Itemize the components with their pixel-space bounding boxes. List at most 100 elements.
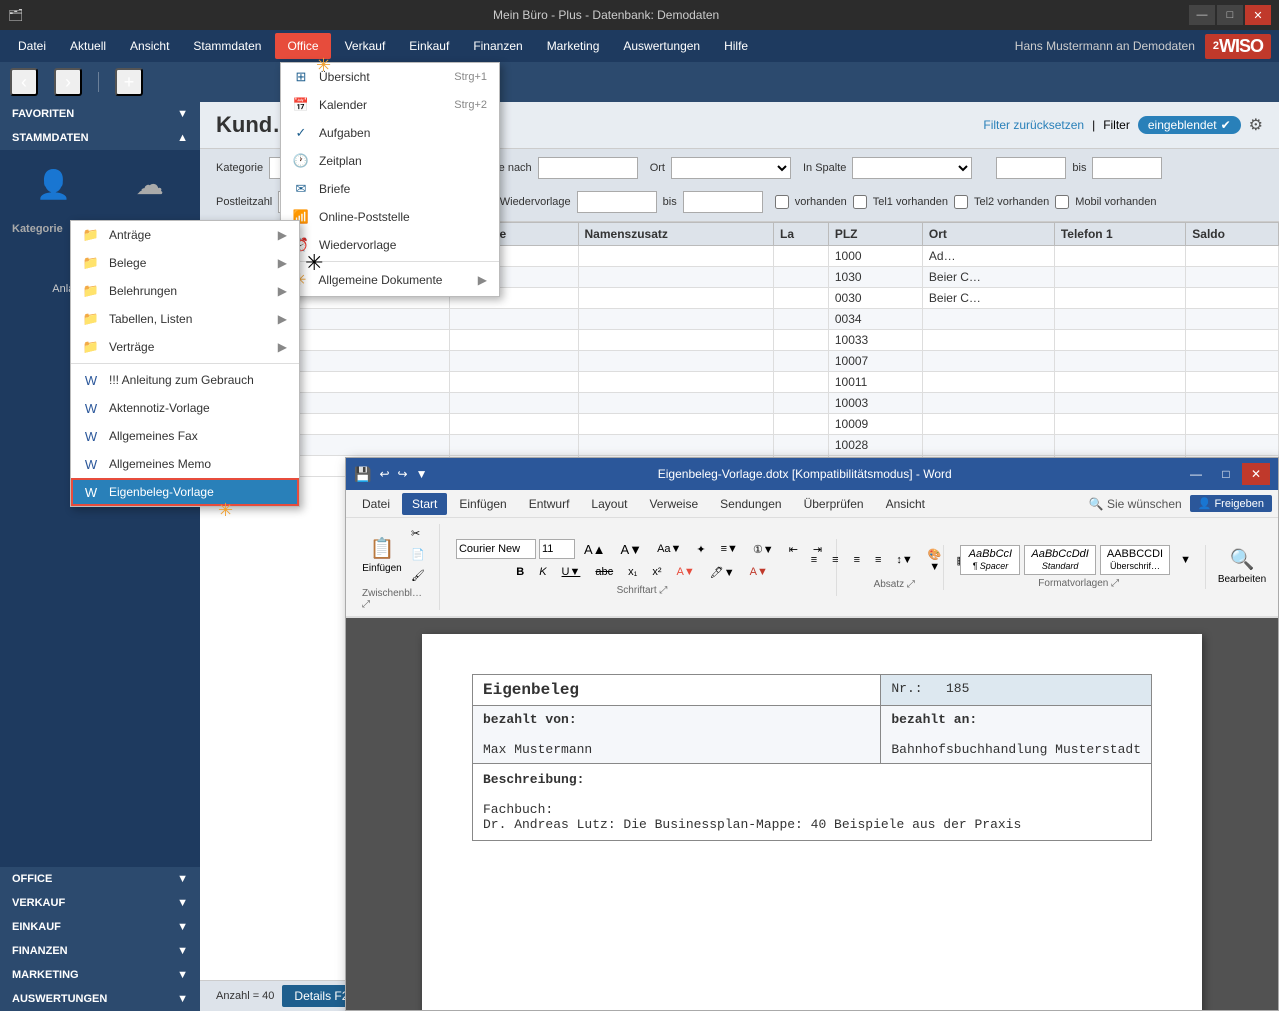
close-button[interactable]: ✕ bbox=[1245, 5, 1271, 25]
tel2-checkbox[interactable] bbox=[954, 195, 968, 209]
maximize-button[interactable]: □ bbox=[1217, 5, 1243, 25]
menu-ansicht[interactable]: Ansicht bbox=[120, 35, 179, 57]
line-spacing-btn[interactable]: ↕▼ bbox=[890, 551, 918, 569]
col-header-plz[interactable]: PLZ bbox=[828, 223, 922, 246]
font-case-btn[interactable]: Aa▼ bbox=[651, 540, 687, 558]
copy-button[interactable]: 📄 bbox=[405, 545, 431, 564]
dropdown-kalender[interactable]: 📅 Kalender Strg+2 bbox=[281, 91, 499, 119]
align-right-btn[interactable]: ≡ bbox=[848, 551, 866, 569]
submenu-tabellen[interactable]: 📁 Tabellen, Listen ▶ bbox=[71, 305, 299, 333]
submenu-eigenbeleg[interactable]: W Eigenbeleg-Vorlage bbox=[71, 478, 299, 506]
dropdown-briefe[interactable]: ✉ Briefe bbox=[281, 175, 499, 203]
menu-datei[interactable]: Datei bbox=[8, 35, 56, 57]
submenu-vertrage[interactable]: 📁 Verträge ▶ bbox=[71, 333, 299, 361]
paste-button[interactable]: 📋 Einfügen bbox=[362, 534, 402, 576]
col-header-telefon[interactable]: Telefon 1 bbox=[1054, 223, 1185, 246]
italic-button[interactable]: K bbox=[533, 563, 552, 581]
superscript-button[interactable]: x² bbox=[646, 563, 667, 581]
style-standard[interactable]: AaBbCcDdIStandard bbox=[1024, 545, 1095, 575]
dropdown-wiedervorlage[interactable]: ⏰ Wiedervorlage bbox=[281, 231, 499, 259]
suche-nach-input[interactable] bbox=[538, 157, 638, 179]
table-row[interactable]: Bruckn…0034 bbox=[201, 309, 1279, 330]
word-menu-datei[interactable]: Datei bbox=[352, 493, 400, 515]
sidebar-marketing-header[interactable]: MARKETING ▼ bbox=[0, 963, 200, 987]
shading-btn[interactable]: 🎨▼ bbox=[922, 545, 948, 576]
cut-button[interactable]: ✂ bbox=[405, 524, 431, 543]
filter-badge[interactable]: eingeblendet ✔ bbox=[1138, 116, 1241, 134]
dropdown-ubersicht[interactable]: ⊞ Übersicht Strg+1 bbox=[281, 63, 499, 91]
align-center-btn[interactable]: ≡ bbox=[826, 551, 844, 569]
sidebar-cloud-icon-area[interactable]: ☁ bbox=[126, 158, 174, 211]
format-copy-button[interactable]: 🖌 bbox=[405, 566, 431, 585]
list-numbers-btn[interactable]: ①▼ bbox=[747, 540, 780, 559]
sidebar-einkauf-header[interactable]: EINKAUF ▼ bbox=[0, 915, 200, 939]
word-redo-icon[interactable]: ↪ bbox=[398, 467, 408, 481]
word-undo-icon[interactable]: ↩ bbox=[379, 467, 389, 481]
sidebar-office-header[interactable]: OFFICE ▼ bbox=[0, 867, 200, 891]
menu-verkauf[interactable]: Verkauf bbox=[335, 35, 396, 57]
submenu-antrage[interactable]: 📁 Anträge ▶ bbox=[71, 221, 299, 249]
bearbeiten-search-btn[interactable]: 🔍 Bearbeiten bbox=[1222, 545, 1262, 587]
word-menu-start[interactable]: Start bbox=[402, 493, 447, 515]
menu-hilfe[interactable]: Hilfe bbox=[714, 35, 758, 57]
word-menu-ansicht[interactable]: Ansicht bbox=[876, 493, 935, 515]
word-quick-access[interactable]: ▼ bbox=[416, 467, 428, 481]
sidebar-person-icon-area[interactable]: 👤 bbox=[26, 158, 81, 211]
list-bullets-btn[interactable]: ≡▼ bbox=[715, 540, 744, 558]
word-share-btn[interactable]: 👤 Freigeben bbox=[1190, 495, 1272, 512]
word-maximize-btn[interactable]: □ bbox=[1212, 463, 1240, 485]
align-left-btn[interactable]: ≡ bbox=[805, 551, 823, 569]
table-row[interactable]: Friedri…10003 bbox=[201, 393, 1279, 414]
tel1-checkbox[interactable] bbox=[853, 195, 867, 209]
menu-stammdaten[interactable]: Stammdaten bbox=[183, 35, 271, 57]
font-size-input[interactable] bbox=[539, 539, 575, 559]
col-header-saldo[interactable]: Saldo bbox=[1186, 223, 1279, 246]
col-header-la[interactable]: La bbox=[774, 223, 829, 246]
word-menu-entwurf[interactable]: Entwurf bbox=[519, 493, 580, 515]
dropdown-zeitplan[interactable]: 🕐 Zeitplan bbox=[281, 147, 499, 175]
menu-marketing[interactable]: Marketing bbox=[537, 35, 610, 57]
font-name-input[interactable] bbox=[456, 539, 536, 559]
submenu-allgemeines-memo[interactable]: W Allgemeines Memo bbox=[71, 450, 299, 478]
back-button[interactable]: ‹ bbox=[10, 68, 38, 96]
plz-to-input[interactable] bbox=[1092, 157, 1162, 179]
sidebar-verkauf-header[interactable]: VERKAUF ▼ bbox=[0, 891, 200, 915]
dropdown-allgemeine-dokumente[interactable]: ✳ Allgemeine Dokumente ▶ bbox=[281, 264, 499, 296]
font-clear-btn[interactable]: ✦ bbox=[690, 540, 711, 559]
dropdown-aufgaben[interactable]: ✓ Aufgaben bbox=[281, 119, 499, 147]
subscript-button[interactable]: x₁ bbox=[622, 563, 643, 581]
word-menu-verweise[interactable]: Verweise bbox=[639, 493, 708, 515]
mobil-checkbox[interactable] bbox=[1055, 195, 1069, 209]
dropdown-online-poststelle[interactable]: 📶 Online-Poststelle bbox=[281, 203, 499, 231]
strikethrough-button[interactable]: abc bbox=[589, 563, 619, 581]
submenu-aktennotiz[interactable]: W Aktennotiz-Vorlage bbox=[71, 394, 299, 422]
word-menu-layout[interactable]: Layout bbox=[581, 493, 637, 515]
word-search-icon[interactable]: 🔍 Sie wünschen bbox=[1089, 497, 1182, 511]
word-close-btn[interactable]: ✕ bbox=[1242, 463, 1270, 485]
sidebar-finanzen-header[interactable]: FINANZEN ▼ bbox=[0, 939, 200, 963]
bold-button[interactable]: B bbox=[510, 563, 530, 581]
filter-gear-icon[interactable]: ⚙ bbox=[1249, 115, 1263, 135]
submenu-belehrungen[interactable]: 📁 Belehrungen ▶ bbox=[71, 277, 299, 305]
table-row[interactable]: Ewald10011 bbox=[201, 372, 1279, 393]
font-grow-btn[interactable]: A▲ bbox=[578, 539, 612, 560]
col-header-namenszusatz[interactable]: Namenszusatz bbox=[578, 223, 774, 246]
submenu-allgemeines-fax[interactable]: W Allgemeines Fax bbox=[71, 422, 299, 450]
sidebar-auswertungen-header[interactable]: AUSWERTUNGEN ▼ bbox=[0, 987, 200, 1011]
vorhanden-checkbox[interactable] bbox=[775, 195, 789, 209]
submenu-anleitung[interactable]: W !!! Anleitung zum Gebrauch bbox=[71, 366, 299, 394]
style-spacer[interactable]: AaBbCcI¶ Spacer bbox=[960, 545, 1020, 575]
font-color-btn[interactable]: A▼ bbox=[744, 563, 774, 581]
sidebar-favoriten-header[interactable]: FAVORITEN ▼ bbox=[0, 102, 200, 126]
sidebar-stammdaten-header[interactable]: STAMMDATEN ▲ bbox=[0, 126, 200, 150]
in-spalte-select[interactable] bbox=[852, 157, 972, 179]
style-uberschrift[interactable]: AABBCCDIÜberschrif… bbox=[1100, 545, 1170, 575]
table-row[interactable]: Gepett…10009 bbox=[201, 414, 1279, 435]
indent-decrease-btn[interactable]: ⇤ bbox=[783, 540, 804, 559]
minimize-button[interactable]: — bbox=[1189, 5, 1215, 25]
submenu-belege[interactable]: 📁 Belege ▶ bbox=[71, 249, 299, 277]
menu-einkauf[interactable]: Einkauf bbox=[399, 35, 459, 57]
styles-scroll-btn[interactable]: ▼ bbox=[1174, 551, 1197, 569]
menu-office[interactable]: Office bbox=[275, 33, 330, 59]
word-menu-einfugen[interactable]: Einfügen bbox=[449, 493, 516, 515]
